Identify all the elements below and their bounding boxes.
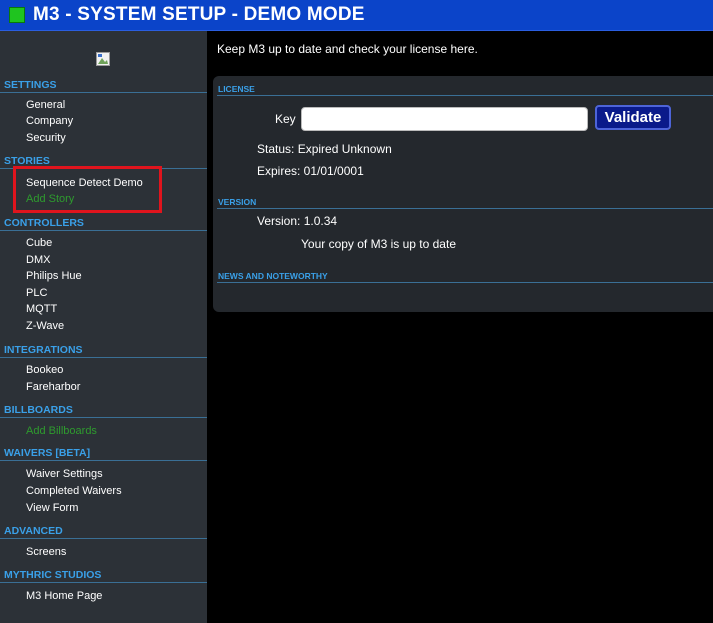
- broken-image-icon: [96, 52, 110, 66]
- sidebar-item-cube[interactable]: Cube: [26, 236, 52, 250]
- license-section-header: LICENSE: [217, 83, 713, 96]
- sidebar-item-security[interactable]: Security: [26, 131, 66, 145]
- sidebar-item-bookeo[interactable]: Bookeo: [26, 363, 63, 377]
- sidebar-section-controllers: CONTROLLERS: [0, 216, 207, 231]
- version-number: Version: 1.0.34: [257, 214, 338, 228]
- sidebar-logo-area: [0, 31, 207, 76]
- sidebar-item-general[interactable]: General: [26, 98, 65, 112]
- sidebar-item-z-wave[interactable]: Z-Wave: [26, 319, 64, 333]
- sidebar-item-plc[interactable]: PLC: [26, 286, 47, 300]
- sidebar: SETTINGS General Company Security STORIE…: [0, 31, 207, 623]
- sidebar-item-company[interactable]: Company: [26, 114, 73, 128]
- license-panel: LICENSE Key Validate Status: Expired Unk…: [213, 76, 713, 312]
- sidebar-section-advanced: ADVANCED: [0, 524, 207, 539]
- sidebar-item-m3-home-page[interactable]: M3 Home Page: [26, 589, 102, 603]
- sidebar-item-completed-waivers[interactable]: Completed Waivers: [26, 484, 122, 498]
- sidebar-item-fareharbor[interactable]: Fareharbor: [26, 380, 80, 394]
- page-title: M3 - SYSTEM SETUP - DEMO MODE: [33, 4, 365, 25]
- sidebar-section-waivers: WAIVERS [BETA]: [0, 446, 207, 461]
- intro-text: Keep M3 up to date and check your licens…: [217, 42, 478, 56]
- update-status: Your copy of M3 is up to date: [301, 237, 456, 251]
- sidebar-item-philips-hue[interactable]: Philips Hue: [26, 269, 82, 283]
- sidebar-item-dmx[interactable]: DMX: [26, 253, 50, 267]
- sidebar-item-view-form[interactable]: View Form: [26, 501, 78, 515]
- license-status: Status: Expired Unknown: [257, 142, 392, 156]
- title-bar: M3 - SYSTEM SETUP - DEMO MODE: [0, 0, 713, 31]
- sidebar-section-billboards: BILLBOARDS: [0, 403, 207, 418]
- sidebar-item-waiver-settings[interactable]: Waiver Settings: [26, 467, 103, 481]
- sidebar-item-mqtt[interactable]: MQTT: [26, 302, 57, 316]
- highlight-annotation: [13, 166, 162, 213]
- sidebar-item-add-billboards[interactable]: Add Billboards: [26, 424, 97, 438]
- app-logo-icon: [9, 7, 25, 23]
- license-key-input[interactable]: [301, 107, 588, 131]
- version-section-header: VERSION: [217, 196, 713, 209]
- key-label: Key: [275, 112, 296, 126]
- sidebar-item-screens[interactable]: Screens: [26, 545, 66, 559]
- license-expires: Expires: 01/01/0001: [257, 164, 364, 178]
- sidebar-section-integrations: INTEGRATIONS: [0, 343, 207, 358]
- news-section-header: NEWS AND NOTEWORTHY: [217, 270, 713, 283]
- validate-button[interactable]: Validate: [595, 105, 671, 130]
- sidebar-section-mythric-studios: MYTHRIC STUDIOS: [0, 568, 207, 583]
- sidebar-section-settings: SETTINGS: [0, 78, 207, 93]
